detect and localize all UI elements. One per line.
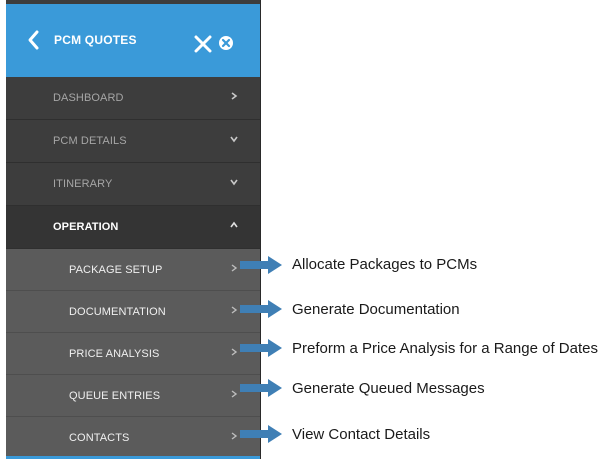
panel-header: PCM QUOTES (6, 4, 260, 77)
chevron-up-icon (230, 221, 238, 228)
annotation-documentation: Generate Documentation (292, 301, 460, 318)
panel-title: PCM QUOTES (54, 33, 137, 47)
annotation-arrow-icon (240, 379, 282, 397)
submenu-item-contacts[interactable]: CONTACTS (6, 417, 260, 459)
annotation-arrow-icon (240, 256, 282, 274)
menu-item-pcm-details[interactable]: PCM DETAILS (6, 120, 260, 163)
menu-item-label: DASHBOARD (53, 92, 124, 104)
submenu-item-label: PRICE ANALYSIS (69, 348, 160, 360)
annotation-package-setup: Allocate Packages to PCMs (292, 256, 478, 273)
menu-item-label: PCM DETAILS (53, 135, 127, 147)
menu-item-itinerary[interactable]: ITINERARY (6, 163, 260, 206)
submenu-item-label: CONTACTS (69, 432, 130, 444)
submenu-item-documentation[interactable]: DOCUMENTATION (6, 291, 260, 333)
menu-item-dashboard[interactable]: DASHBOARD (6, 77, 260, 120)
submenu-item-label: DOCUMENTATION (69, 306, 166, 318)
annotation-arrow-icon (240, 425, 282, 443)
annotation-price-analysis: Preform a Price Analysis for a Range of … (292, 340, 598, 357)
side-navigation-panel: PCM QUOTES DASHBOARD PCM DETAILS ITINERA… (6, 0, 260, 459)
submenu-item-label: PACKAGE SETUP (69, 264, 163, 276)
annotation-arrow-icon (240, 339, 282, 357)
submenu-item-price-analysis[interactable]: PRICE ANALYSIS (6, 333, 260, 375)
panel-bottom-accent (6, 456, 260, 459)
menu-item-operation[interactable]: OPERATION (6, 206, 260, 249)
chevron-right-icon (231, 306, 238, 314)
annotation-queue-entries: Generate Queued Messages (292, 380, 485, 397)
submenu-item-package-setup[interactable]: PACKAGE SETUP (6, 249, 260, 291)
chevron-right-icon (231, 264, 238, 272)
chevron-right-icon (231, 432, 238, 440)
menu-item-label: ITINERARY (53, 178, 113, 190)
chevron-right-icon (231, 390, 238, 398)
annotation-contacts: View Contact Details (292, 426, 431, 443)
annotation-arrow-icon (240, 300, 282, 318)
submenu-item-queue-entries[interactable]: QUEUE ENTRIES (6, 375, 260, 417)
nav-menu: DASHBOARD PCM DETAILS ITINERARY OPERATIO… (6, 77, 260, 459)
close-icon[interactable] (194, 35, 212, 53)
chevron-right-icon (231, 348, 238, 356)
chevron-down-icon (230, 179, 238, 186)
chevron-right-icon (231, 92, 238, 100)
back-arrow-icon[interactable] (24, 29, 44, 51)
pin-settings-icon[interactable] (218, 35, 234, 51)
submenu-item-label: QUEUE ENTRIES (69, 390, 161, 402)
chevron-down-icon (230, 136, 238, 143)
menu-item-label: OPERATION (53, 221, 119, 233)
